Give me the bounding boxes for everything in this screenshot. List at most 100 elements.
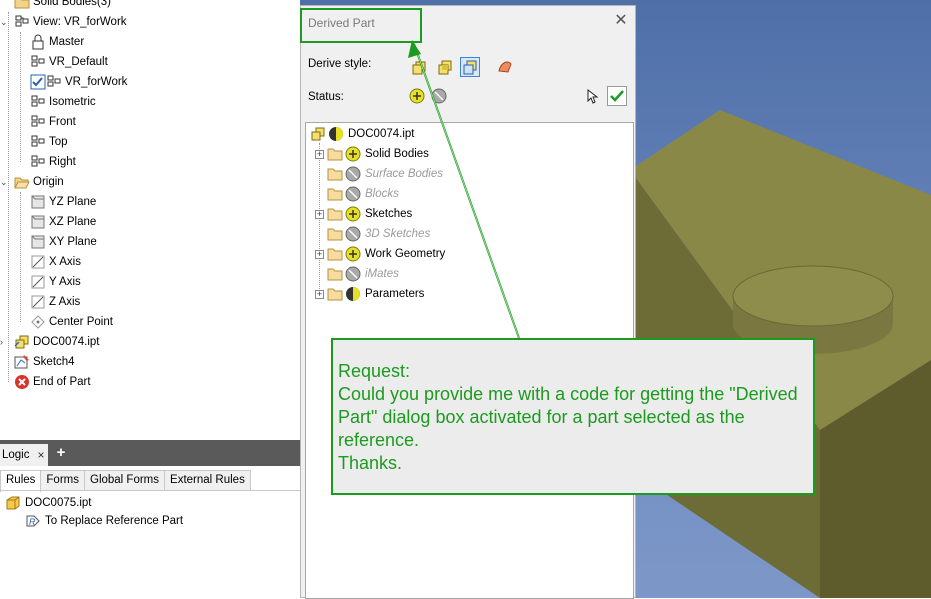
close-icon[interactable]: ✕	[612, 12, 630, 30]
tree-item-origin[interactable]: ⌄ Origin	[0, 172, 64, 192]
exclude-icon[interactable]	[345, 186, 361, 202]
mixed-status-icon[interactable]	[328, 126, 344, 142]
design-view-icon	[46, 74, 62, 90]
plane-icon	[30, 234, 46, 250]
tree-item-work-geometry[interactable]: + Work Geometry	[315, 244, 445, 264]
include-icon	[409, 88, 425, 104]
tree-item-master[interactable]: Master	[30, 32, 84, 52]
tree-item-isometric[interactable]: Isometric	[30, 92, 96, 112]
exclude-icon[interactable]	[345, 166, 361, 182]
derive-style-multiple-bodies-button[interactable]	[460, 57, 480, 77]
folder-icon	[327, 226, 343, 242]
design-view-icon	[14, 14, 30, 30]
panel-tabstrip: Logic × +	[0, 440, 300, 466]
derive-style-single-body-button[interactable]	[409, 57, 429, 77]
folder-icon	[327, 206, 343, 222]
include-icon[interactable]	[345, 246, 361, 262]
derived-part-icon	[310, 126, 326, 142]
tab-forms[interactable]: Forms	[40, 470, 85, 491]
tree-item-front[interactable]: Front	[30, 112, 76, 132]
tree-item-parameters[interactable]: + Parameters	[315, 284, 424, 304]
tree-item-x-axis[interactable]: X Axis	[30, 252, 81, 272]
folder-icon	[14, 0, 30, 10]
expand-icon[interactable]: +	[315, 209, 324, 219]
surface-body-icon	[498, 61, 512, 73]
plane-icon	[30, 194, 46, 210]
include-icon[interactable]	[345, 206, 361, 222]
tree-item-solid-bodies[interactable]: Solid Bodies(3)	[14, 0, 111, 12]
folder-icon	[327, 286, 343, 302]
tree-item-xz-plane[interactable]: XZ Plane	[30, 212, 96, 232]
tree-root-doc0074[interactable]: DOC0074.ipt	[310, 124, 414, 144]
add-tab-icon[interactable]: +	[53, 444, 69, 462]
close-icon[interactable]: ×	[38, 448, 45, 462]
tree-item-top[interactable]: Top	[30, 132, 68, 152]
exclude-icon	[431, 88, 447, 104]
tab-logic[interactable]: Logic ×	[0, 444, 48, 466]
exclude-icon[interactable]	[345, 266, 361, 282]
rule-item[interactable]: R To Replace Reference Part	[25, 512, 183, 530]
tree-item-vr-forwork[interactable]: VR_forWork	[30, 72, 127, 92]
design-view-icon	[30, 54, 46, 70]
model-boss-top	[732, 265, 894, 327]
tree-item-end-of-part[interactable]: End of Part	[14, 372, 91, 392]
single-solid-body-icon	[412, 61, 426, 75]
exclude-icon[interactable]	[345, 226, 361, 242]
tree-item-sketches[interactable]: + Sketches	[315, 204, 412, 224]
merged-body-icon	[438, 60, 452, 75]
collapse-icon[interactable]: ⌄	[0, 17, 14, 28]
title-highlight-box	[300, 8, 422, 43]
multiple-bodies-icon	[463, 60, 477, 75]
tree-item-solid-bodies[interactable]: + Solid Bodies	[315, 144, 429, 164]
tab-global-forms[interactable]: Global Forms	[84, 470, 166, 491]
axis-icon	[30, 254, 46, 270]
status-include-button[interactable]	[407, 86, 427, 106]
request-callout: Request: Could you provide me with a cod…	[331, 338, 815, 495]
tree-item-view-rep[interactable]: ⌄ View: VR_forWork	[0, 12, 127, 32]
include-icon[interactable]	[345, 146, 361, 162]
checkmark-icon	[610, 90, 624, 102]
tree-item-imates[interactable]: iMates	[315, 264, 399, 284]
tab-rules[interactable]: Rules	[0, 470, 42, 492]
status-exclude-button[interactable]	[429, 86, 449, 106]
tree-item-xy-plane[interactable]: XY Plane	[30, 232, 97, 252]
callout-text: Request: Could you provide me with a cod…	[338, 361, 798, 473]
expand-icon[interactable]: +	[315, 249, 324, 259]
expand-icon[interactable]: +	[315, 149, 324, 159]
tree-item-z-axis[interactable]: Z Axis	[30, 292, 80, 312]
tree-item-3d-sketches[interactable]: 3D Sketches	[315, 224, 430, 244]
tree-item-y-axis[interactable]: Y Axis	[30, 272, 81, 292]
derive-style-merged-button[interactable]	[435, 57, 455, 77]
folder-icon	[327, 186, 343, 202]
rule-icon: R	[25, 513, 41, 529]
design-view-icon	[30, 154, 46, 170]
folder-icon	[327, 166, 343, 182]
end-of-part-icon	[14, 374, 30, 390]
derive-style-label: Derive style:	[308, 58, 372, 70]
cursor-icon	[587, 88, 599, 104]
mixed-status-icon[interactable]	[345, 286, 361, 302]
derived-part-icon	[14, 334, 30, 350]
expand-icon[interactable]: ›	[0, 337, 14, 347]
expand-icon[interactable]: +	[315, 289, 324, 299]
design-view-icon	[30, 94, 46, 110]
derive-style-surface-button[interactable]	[495, 57, 515, 77]
tree-item-blocks[interactable]: Blocks	[315, 184, 399, 204]
select-pointer-button[interactable]	[582, 86, 602, 106]
tree-item-surface-bodies[interactable]: Surface Bodies	[315, 164, 443, 184]
tab-external-rules[interactable]: External Rules	[164, 470, 251, 491]
axis-icon	[30, 294, 46, 310]
tree-item-center-point[interactable]: Center Point	[30, 312, 113, 332]
collapse-icon[interactable]: ⌄	[0, 177, 14, 188]
tree-item-doc0074[interactable]: › DOC0074.ipt	[0, 332, 99, 352]
tree-item-yz-plane[interactable]: YZ Plane	[30, 192, 96, 212]
ok-button[interactable]	[607, 86, 627, 106]
tree-item-sketch4[interactable]: Sketch4	[14, 352, 75, 372]
open-folder-icon	[14, 174, 30, 190]
model-browser: Solid Bodies(3) ⌄ View: VR_forWork Maste…	[0, 0, 300, 440]
tree-item-vr-default[interactable]: VR_Default	[30, 52, 108, 72]
checkbox-checked-icon[interactable]	[30, 74, 46, 90]
sketch-icon	[14, 354, 30, 370]
rule-file-item[interactable]: DOC0075.ipt	[5, 494, 91, 512]
tree-item-right[interactable]: Right	[30, 152, 76, 172]
